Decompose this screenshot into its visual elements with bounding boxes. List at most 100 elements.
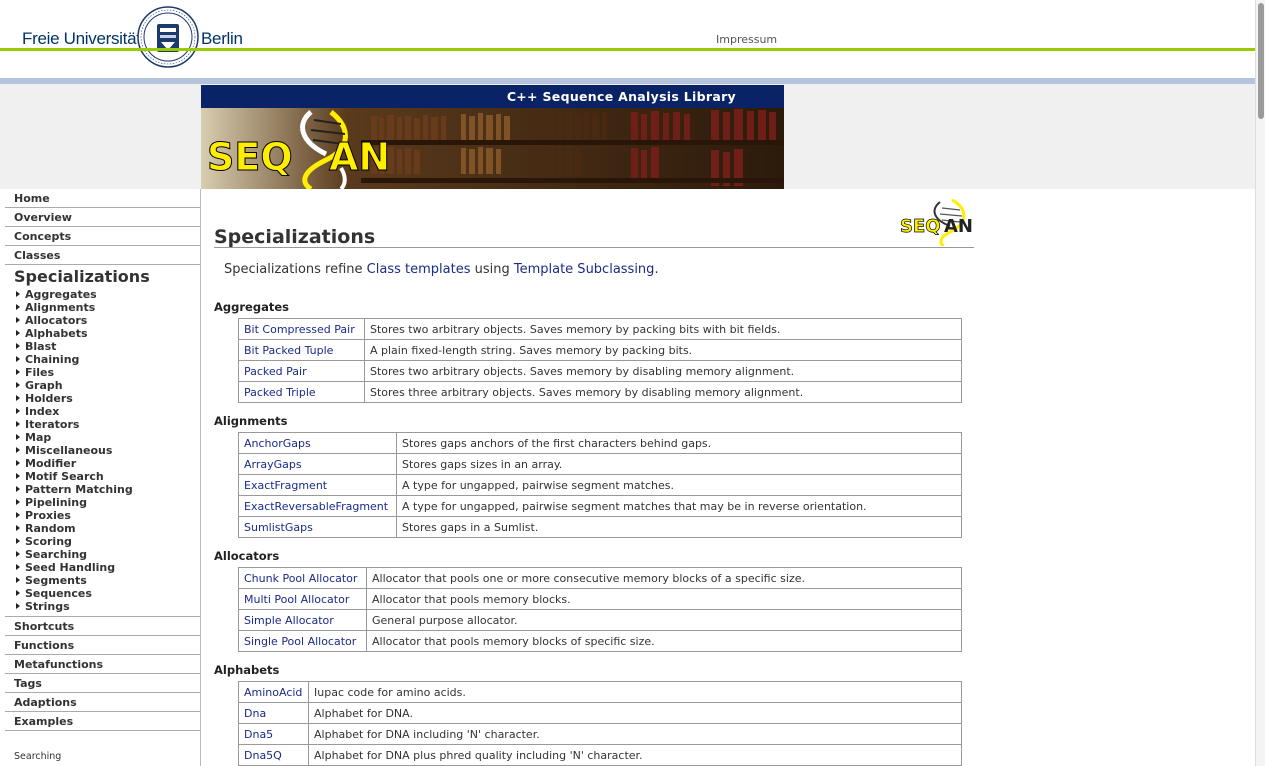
impressum-link[interactable]: Impressum <box>716 33 777 46</box>
university-seal-icon[interactable] <box>137 6 199 68</box>
vertical-scrollbar[interactable] <box>1255 0 1265 766</box>
nav-subitem-aggregates[interactable]: Aggregates <box>5 288 200 301</box>
spec-name-link[interactable]: AminoAcid <box>238 681 309 703</box>
nav-subitem-motif-search[interactable]: Motif Search <box>5 470 200 483</box>
nav-subitem-graph[interactable]: Graph <box>5 379 200 392</box>
spec-name-link[interactable]: Chunk Pool Allocator <box>238 567 367 589</box>
seqan-small-logo-icon[interactable]: SEQ AN <box>900 198 974 246</box>
nav-subitem-label: Aggregates <box>25 288 97 301</box>
spec-name-link[interactable]: Bit Packed Tuple <box>238 339 365 361</box>
nav-item-adaptions[interactable]: Adaptions <box>5 693 200 712</box>
table-row: Packed Pair Stores two arbitrary objects.… <box>238 360 962 382</box>
header-green-rule <box>0 48 1255 51</box>
nav-subitem-pipelining[interactable]: Pipelining <box>5 496 200 509</box>
table-row: Bit Compressed Pair Stores two arbitrary … <box>238 318 962 340</box>
nav-subitem-chaining[interactable]: Chaining <box>5 353 200 366</box>
triangle-right-icon <box>16 460 20 466</box>
banner-title-bar: C++ Sequence Analysis Library <box>201 85 784 108</box>
nav-sub-list: Aggregates Alignments Allocators Alphabets B… <box>5 288 200 617</box>
nav-item-metafunctions[interactable]: Metafunctions <box>5 655 200 674</box>
banner-title: C++ Sequence Analysis Library <box>506 89 736 104</box>
table-row: Simple Allocator General purpose allocato… <box>238 609 962 631</box>
triangle-right-icon <box>16 603 20 609</box>
spec-name-link[interactable]: Single Pool Allocator <box>238 630 367 652</box>
nav-subitem-map[interactable]: Map <box>5 431 200 444</box>
class-templates-link[interactable]: Class templates <box>367 262 471 277</box>
spec-description: Stores two arbitrary objects. Saves memo… <box>364 318 962 340</box>
nav-subitem-index[interactable]: Index <box>5 405 200 418</box>
nav-item-functions[interactable]: Functions <box>5 636 200 655</box>
nav-subitem-random[interactable]: Random <box>5 522 200 535</box>
university-name-right[interactable]: Berlin <box>201 29 243 49</box>
nav-subitem-modifier[interactable]: Modifier <box>5 457 200 470</box>
nav-subitem-label: Seed Handling <box>25 561 116 574</box>
nav-subitem-sequences[interactable]: Sequences <box>5 587 200 600</box>
nav-subitem-miscellaneous[interactable]: Miscellaneous <box>5 444 200 457</box>
triangle-right-icon <box>16 291 20 297</box>
spec-description: Stores gaps anchors of the first charact… <box>396 432 962 454</box>
spec-name-link[interactable]: SumlistGaps <box>238 516 397 538</box>
nav-subitem-scoring[interactable]: Scoring <box>5 535 200 548</box>
spec-name-link[interactable]: ExactReversableFragment <box>238 495 397 517</box>
nav-subitem-alphabets[interactable]: Alphabets <box>5 327 200 340</box>
nav-subitem-label: Files <box>25 366 55 379</box>
nav-active-section[interactable]: Specializations <box>5 266 200 288</box>
nav-subitem-proxies[interactable]: Proxies <box>5 509 200 522</box>
spec-name-link[interactable]: Multi Pool Allocator <box>238 588 367 610</box>
nav-top-items: Home Overview Concepts Classes <box>5 189 200 265</box>
nav-item-home[interactable]: Home <box>5 189 200 208</box>
nav-subitem-label: Proxies <box>25 509 71 522</box>
table-row: AnchorGaps Stores gaps anchors of the fir… <box>238 432 962 454</box>
spec-description: Stores gaps in a Sumlist. <box>396 516 962 538</box>
nav-subitem-searching[interactable]: Searching <box>5 548 200 561</box>
spec-name-link[interactable]: ExactFragment <box>238 474 397 496</box>
nav-subitem-label: Modifier <box>25 457 77 470</box>
spec-description: Allocator that pools memory blocks. <box>366 588 962 610</box>
spec-description: Allocator that pools one or more consecu… <box>366 567 962 589</box>
triangle-right-icon <box>16 577 20 583</box>
nav-subitem-blast[interactable]: Blast <box>5 340 200 353</box>
spec-name-link[interactable]: Packed Triple <box>238 381 365 403</box>
spec-name-link[interactable]: Dna <box>238 702 309 724</box>
nav-subitem-strings[interactable]: Strings <box>5 600 200 613</box>
triangle-right-icon <box>16 473 20 479</box>
triangle-right-icon <box>16 356 20 362</box>
triangle-right-icon <box>16 564 20 570</box>
title-divider <box>214 247 974 248</box>
nav-item-concepts[interactable]: Concepts <box>5 227 200 246</box>
nav-subitem-files[interactable]: Files <box>5 366 200 379</box>
nav-subitem-segments[interactable]: Segments <box>5 574 200 587</box>
spec-name-link[interactable]: AnchorGaps <box>238 432 397 454</box>
nav-item-overview[interactable]: Overview <box>5 208 200 227</box>
spec-name-link[interactable]: Packed Pair <box>238 360 365 382</box>
university-name-left[interactable]: Freie Universität <box>22 29 141 49</box>
nav-item-classes[interactable]: Classes <box>5 246 200 265</box>
spec-description: Stores gaps sizes in an array. <box>396 453 962 475</box>
scrollbar-thumb[interactable] <box>1258 3 1264 119</box>
spec-description: Stores two arbitrary objects. Saves memo… <box>364 360 962 382</box>
section-heading: Alignments <box>214 414 288 428</box>
template-subclassing-link[interactable]: Template Subclassing <box>514 262 655 277</box>
spec-name-link[interactable]: Dna5Q <box>238 744 309 766</box>
nav-subitem-label: Motif Search <box>25 470 104 483</box>
nav-item-shortcuts[interactable]: Shortcuts <box>5 617 200 636</box>
spec-description: Stores three arbitrary objects. Saves me… <box>364 381 962 403</box>
table-row: ExactReversableFragment A type for ungapp… <box>238 495 962 517</box>
nav-subitem-pattern-matching[interactable]: Pattern Matching <box>5 483 200 496</box>
library-bookshelf-image: SEQ AN <box>201 108 784 189</box>
nav-subitem-label: Alignments <box>25 301 96 314</box>
spec-name-link[interactable]: Simple Allocator <box>238 609 367 631</box>
nav-subitem-holders[interactable]: Holders <box>5 392 200 405</box>
nav-subitem-alignments[interactable]: Alignments <box>5 301 200 314</box>
nav-item-examples[interactable]: Examples <box>5 712 200 731</box>
nav-subitem-iterators[interactable]: Iterators <box>5 418 200 431</box>
nav-subitem-seed-handling[interactable]: Seed Handling <box>5 561 200 574</box>
seqan-banner[interactable]: C++ Sequence Analysis Library SEQ AN <box>201 85 784 189</box>
triangle-right-icon <box>16 369 20 375</box>
spec-name-link[interactable]: ArrayGaps <box>238 453 397 475</box>
nav-item-tags[interactable]: Tags <box>5 674 200 693</box>
triangle-right-icon <box>16 486 20 492</box>
spec-name-link[interactable]: Dna5 <box>238 723 309 745</box>
spec-name-link[interactable]: Bit Compressed Pair <box>238 318 365 340</box>
nav-subitem-allocators[interactable]: Allocators <box>5 314 200 327</box>
